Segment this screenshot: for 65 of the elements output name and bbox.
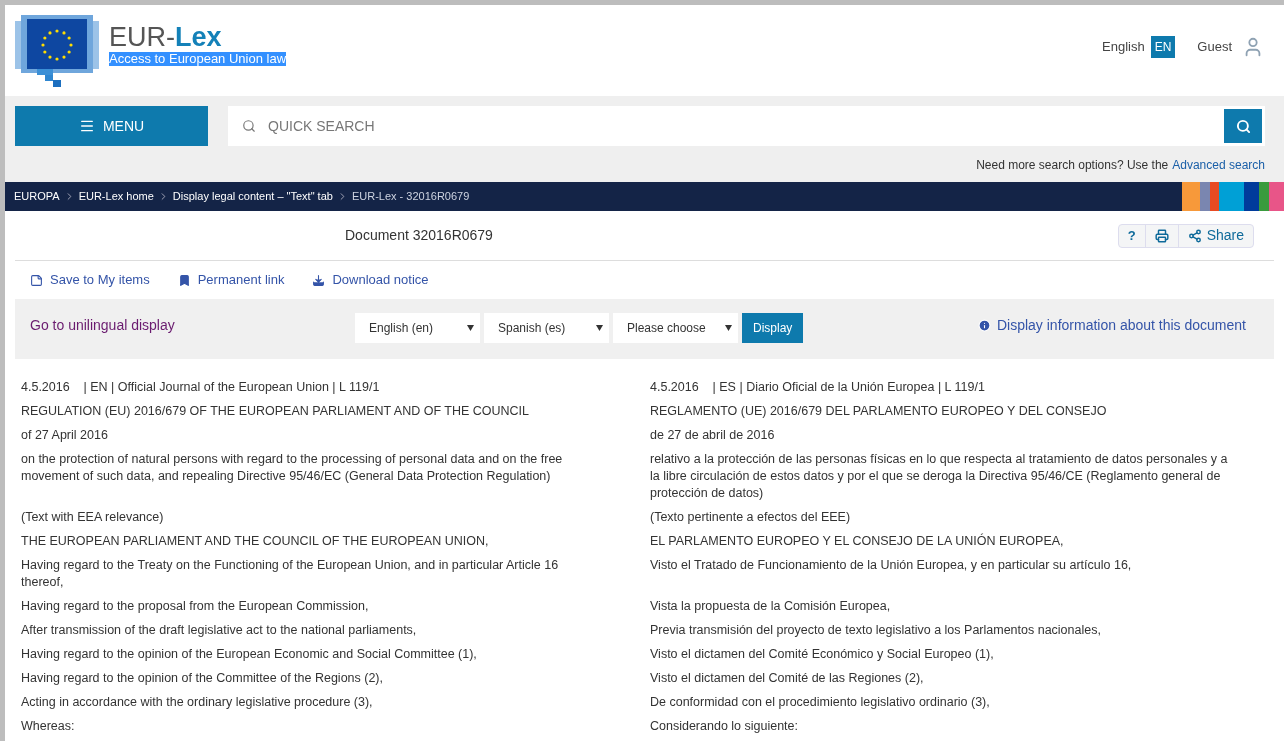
document-info-link[interactable]: Display information about this document [977, 315, 1259, 336]
search-button[interactable] [1224, 109, 1262, 143]
spanish-paragraph: relativo a la protección de las personas físicas en lo que respecta al tratamiento de datos personales y a la libre circulación de estos datos y por el que se deroga la Directiva 95/46/CE (Reglamento general de protección de datos) [650, 451, 1229, 502]
language-label[interactable]: English [1102, 36, 1145, 57]
menu-icon [78, 118, 95, 134]
menu-button[interactable]: MENU [15, 106, 208, 146]
note-icon [30, 273, 43, 287]
english-paragraph: After transmission of the draft legislative act to the national parliaments, [21, 622, 418, 639]
display-button[interactable]: Display [742, 313, 804, 343]
share-icon [1187, 228, 1202, 243]
permanent-link[interactable]: Permanent link [177, 270, 285, 290]
spanish-paragraph: Visto el dictamen del Comité de las Regiones (2), [650, 670, 925, 687]
english-paragraph: REGULATION (EU) 2016/679 OF THE EUROPEAN PARLIAMENT AND OF THE COUNCIL [21, 403, 530, 420]
english-paragraph: Having regard to the proposal from the European Commission, [21, 598, 370, 615]
printer-icon [1154, 228, 1169, 243]
english-paragraph: Having regard to the opinion of the Committee of the Regions (2), [21, 670, 384, 687]
english-paragraph: THE EUROPEAN PARLIAMENT AND THE COUNCIL OF THE EUROPEAN UNION, [21, 533, 490, 550]
bookmark-icon [177, 273, 191, 287]
search-options-text: Need more search options? Use the [976, 157, 1169, 174]
english-paragraph: Whereas: [21, 718, 76, 735]
info-icon [977, 319, 991, 332]
breadcrumb-link[interactable]: EUR-Lex - 32016R0679 [351, 188, 470, 205]
advanced-search-link[interactable]: Advanced search [1172, 156, 1265, 174]
breadcrumb-link[interactable]: Display legal content – "Text" tab [172, 188, 333, 205]
share-button[interactable]: Share [1177, 224, 1253, 247]
english-paragraph: Having regard to the opinion of the European Economic and Social Committee (1), [21, 646, 478, 663]
english-paragraph: Having regard to the Treaty on the Functioning of the European Union, and in particular Article 16 thereof, [21, 557, 560, 591]
download-notice-link[interactable]: Download notice [312, 270, 429, 290]
search-icon [1235, 118, 1251, 134]
unilingual-display-link[interactable]: Go to unilingual display [30, 315, 355, 336]
user-label[interactable]: Guest [1197, 36, 1232, 57]
spanish-paragraph: REGLAMENTO (UE) 2016/679 DEL PARLAMENTO EUROPEO Y DEL CONSEJO [650, 403, 1108, 420]
spanish-paragraph: Previa transmisión del proyecto de texto legislativo a los Parlamentos nacionales, [650, 622, 1102, 639]
site-name: EUR-Lex [109, 21, 223, 52]
language-badge[interactable]: EN [1150, 35, 1176, 58]
english-paragraph: Acting in accordance with the ordinary legislative procedure (3), [21, 694, 374, 711]
spanish-paragraph: Considerando lo siguiente: [650, 718, 800, 735]
download-icon [312, 273, 326, 287]
spanish-paragraph: De conformidad con el procedimiento legislativo ordinario (3), [650, 694, 991, 711]
spanish-paragraph: Visto el Tratado de Funcionamiento de la Unión Europea, y en particular su artículo 16, [650, 557, 1133, 574]
language-select[interactable]: Spanish (es) [484, 313, 609, 343]
breadcrumb-link[interactable]: EUR-Lex home [78, 188, 154, 205]
site-tagline: Access to European Union law [109, 51, 287, 66]
spanish-paragraph: Visto el dictamen del Comité Económico y Social Europeo (1), [650, 646, 995, 663]
caret-icon [467, 325, 474, 331]
english-paragraph: 4.5.2016 | EN | Official Journal of the European Union | L 119/1 [21, 379, 381, 396]
eu-flag-logo[interactable] [15, 14, 99, 87]
quick-search-field[interactable]: QUICK SEARCH [228, 106, 1265, 146]
spanish-paragraph: EL PARLAMENTO EUROPEO Y EL CONSEJO DE LA UNIÓN EUROPEA, [650, 533, 1065, 550]
spanish-paragraph: de 27 de abril de 2016 [650, 427, 776, 444]
spanish-paragraph: 4.5.2016 | ES | Diario Oficial de la Unión Europea | L 119/1 [650, 379, 986, 396]
caret-icon [725, 325, 732, 331]
language-select[interactable]: English (en) [355, 313, 480, 343]
search-icon [242, 119, 256, 133]
help-button[interactable]: ? [1118, 224, 1145, 247]
spanish-paragraph: Vista la propuesta de la Comisión Europea, [650, 598, 892, 615]
save-items-link[interactable]: Save to My items [30, 270, 150, 290]
english-paragraph: (Text with EEA relevance) [21, 509, 165, 526]
language-select[interactable]: Please choose [613, 313, 738, 343]
english-paragraph: of 27 April 2016 [21, 427, 109, 444]
english-paragraph: on the protection of natural persons with regard to the processing of personal data and on the free movement of such data, and repealing Directive 95/46/EC (General Data Protection Regulation) [21, 451, 564, 485]
caret-icon [596, 325, 603, 331]
document-title: Document 32016R0679 [345, 226, 493, 245]
breadcrumb-link[interactable]: EUROPA [14, 188, 60, 205]
spanish-paragraph: (Texto pertinente a efectos del EEE) [650, 509, 852, 526]
